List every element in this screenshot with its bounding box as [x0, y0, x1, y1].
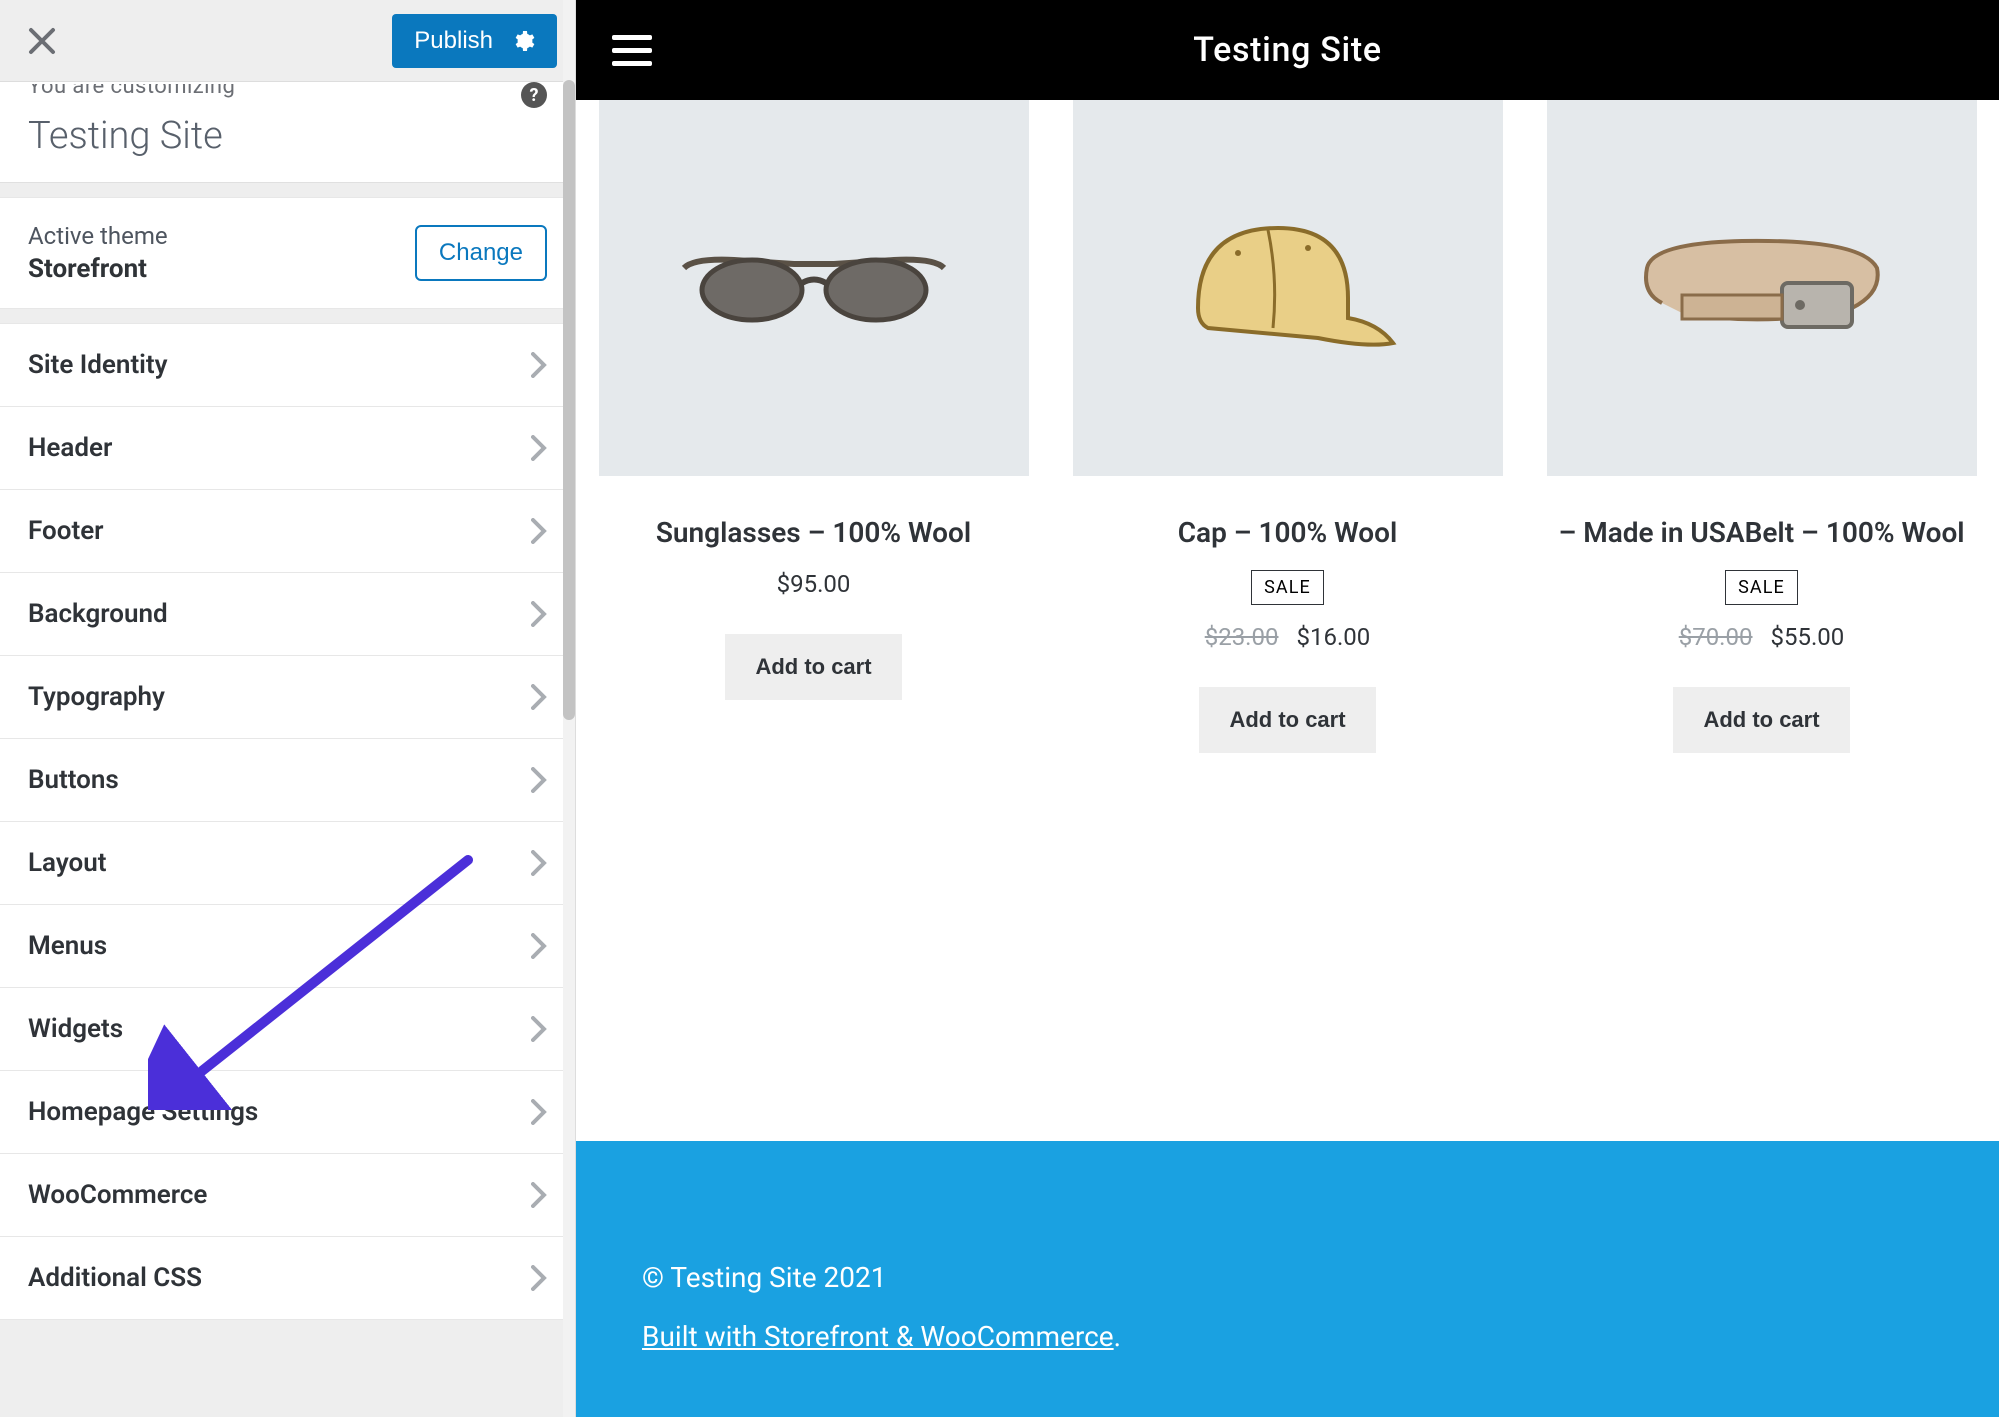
chevron-right-icon — [531, 933, 547, 959]
product-name: Sunglasses – 100% Wool — [656, 514, 971, 552]
site-preview: Testing Site Sunglasses – 100% Wool $95.… — [576, 0, 1999, 1417]
active-theme-label: Active theme — [28, 222, 168, 250]
footer-credit-link[interactable]: Built with Storefront & WooCommerce — [642, 1320, 1114, 1353]
section-background[interactable]: Background — [0, 573, 575, 656]
publish-button[interactable]: Publish — [392, 14, 557, 68]
section-typography[interactable]: Typography — [0, 656, 575, 739]
preview-site-title[interactable]: Testing Site — [1193, 30, 1381, 70]
customizer-topbar: Publish — [0, 0, 575, 82]
preview-footer: © Testing Site 2021 Built with Storefron… — [576, 1141, 1999, 1417]
sidebar-scrollbar[interactable] — [563, 0, 575, 1417]
chevron-right-icon — [531, 1265, 547, 1291]
chevron-right-icon — [531, 1182, 547, 1208]
product-image — [1073, 100, 1503, 476]
gear-icon — [511, 29, 535, 53]
section-additional-css[interactable]: Additional CSS — [0, 1237, 575, 1320]
close-icon[interactable] — [28, 27, 56, 55]
chevron-right-icon — [531, 1016, 547, 1042]
belt-icon — [1622, 213, 1902, 363]
customizing-block: You are customizing ? Testing Site — [0, 82, 575, 183]
section-layout[interactable]: Layout — [0, 822, 575, 905]
chevron-right-icon — [531, 435, 547, 461]
section-widgets[interactable]: Widgets — [0, 988, 575, 1071]
chevron-right-icon — [531, 601, 547, 627]
add-to-cart-button[interactable]: Add to cart — [725, 634, 901, 700]
change-theme-button[interactable]: Change — [415, 225, 547, 281]
customizer-panel: Publish You are customizing ? Testing Si… — [0, 0, 576, 1417]
preview-header: Testing Site — [576, 0, 1999, 100]
chevron-right-icon — [531, 518, 547, 544]
footer-credit: Built with Storefront & WooCommerce. — [642, 1320, 1933, 1353]
section-footer[interactable]: Footer — [0, 490, 575, 573]
product-grid: Sunglasses – 100% Wool $95.00 Add to car… — [599, 100, 1977, 1141]
product-name: – Made in USABelt – 100% Wool — [1558, 514, 1964, 552]
sale-badge: SALE — [1251, 570, 1324, 605]
product-price: $95.00 — [777, 570, 851, 598]
sale-badge: SALE — [1725, 570, 1798, 605]
preview-body: Sunglasses – 100% Wool $95.00 Add to car… — [576, 100, 1999, 1141]
chevron-right-icon — [531, 850, 547, 876]
section-woocommerce[interactable]: WooCommerce — [0, 1154, 575, 1237]
customizer-site-title: Testing Site — [28, 114, 547, 158]
section-site-identity[interactable]: Site Identity — [0, 324, 575, 407]
active-theme-name: Storefront — [28, 254, 168, 284]
chevron-right-icon — [531, 1099, 547, 1125]
product-price: $23.00$16.00 — [1205, 623, 1371, 651]
product-image — [1547, 100, 1977, 476]
chevron-right-icon — [531, 352, 547, 378]
product-card[interactable]: Sunglasses – 100% Wool $95.00 Add to car… — [599, 100, 1029, 1141]
help-icon[interactable]: ? — [521, 82, 547, 108]
section-homepage-settings[interactable]: Homepage Settings — [0, 1071, 575, 1154]
chevron-right-icon — [531, 684, 547, 710]
product-image — [599, 100, 1029, 476]
chevron-right-icon — [531, 767, 547, 793]
sunglasses-icon — [674, 228, 954, 348]
product-card[interactable]: Cap – 100% Wool SALE $23.00$16.00 Add to… — [1073, 100, 1503, 1141]
active-theme-block: Active theme Storefront Change — [0, 197, 575, 309]
add-to-cart-button[interactable]: Add to cart — [1673, 687, 1849, 753]
footer-copyright: © Testing Site 2021 — [642, 1261, 1933, 1294]
publish-label: Publish — [414, 27, 493, 55]
hamburger-icon[interactable] — [612, 35, 652, 66]
product-name: Cap – 100% Wool — [1178, 514, 1398, 552]
product-card[interactable]: – Made in USABelt – 100% Wool SALE $70.0… — [1547, 100, 1977, 1141]
section-menus[interactable]: Menus — [0, 905, 575, 988]
product-price: $70.00$55.00 — [1679, 623, 1845, 651]
cap-icon — [1168, 198, 1408, 378]
add-to-cart-button[interactable]: Add to cart — [1199, 687, 1375, 753]
customizer-sections: Site Identity Header Footer Background T… — [0, 323, 575, 1320]
section-buttons[interactable]: Buttons — [0, 739, 575, 822]
sidebar-scrollbar-thumb[interactable] — [563, 80, 575, 720]
customizing-label: You are customizing — [28, 84, 235, 102]
section-header[interactable]: Header — [0, 407, 575, 490]
